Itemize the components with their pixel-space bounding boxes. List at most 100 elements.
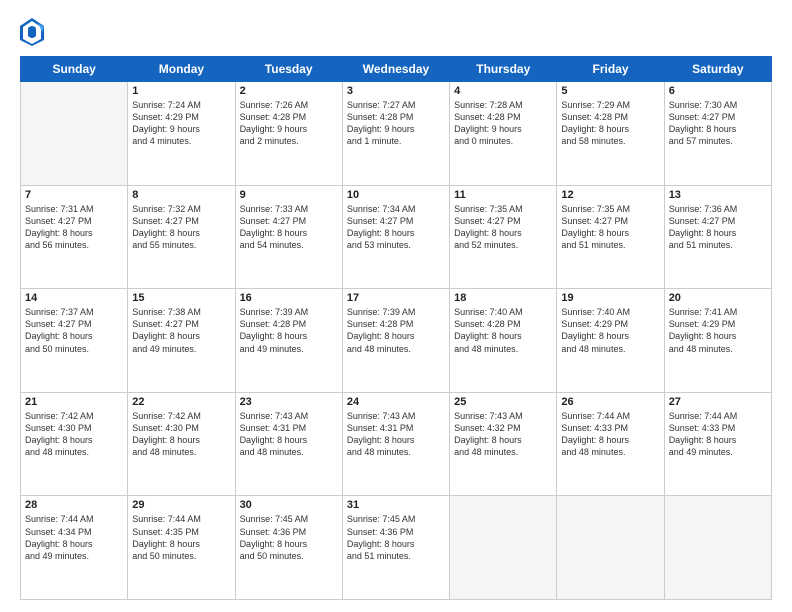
day-detail: Sunrise: 7:42 AMSunset: 4:30 PMDaylight:… bbox=[25, 410, 123, 459]
day-detail: Sunrise: 7:38 AMSunset: 4:27 PMDaylight:… bbox=[132, 306, 230, 355]
calendar-week-row: 7Sunrise: 7:31 AMSunset: 4:27 PMDaylight… bbox=[21, 185, 772, 289]
calendar-cell: 25Sunrise: 7:43 AMSunset: 4:32 PMDayligh… bbox=[450, 392, 557, 496]
day-detail: Sunrise: 7:45 AMSunset: 4:36 PMDaylight:… bbox=[240, 513, 338, 562]
calendar-week-row: 21 Sunrise: 7:42 AMSunset: 4:30 PMDayligh… bbox=[21, 392, 772, 496]
weekday-header: Monday bbox=[128, 57, 235, 82]
calendar-cell: 30 Sunrise: 7:45 AMSunset: 4:36 PMDayligh… bbox=[235, 496, 342, 600]
page: SundayMondayTuesdayWednesdayThursdayFrid… bbox=[0, 0, 792, 612]
header bbox=[20, 18, 772, 46]
day-number: 5 bbox=[561, 85, 659, 97]
calendar-cell: 18 Sunrise: 7:40 AMSunset: 4:28 PMDayligh… bbox=[450, 289, 557, 393]
day-number: 31 bbox=[347, 499, 445, 511]
day-detail: Sunrise: 7:26 AMSunset: 4:28 PMDaylight:… bbox=[240, 99, 338, 148]
calendar-cell: 14 Sunrise: 7:37 AMSunset: 4:27 PMDayligh… bbox=[21, 289, 128, 393]
calendar-cell: 21 Sunrise: 7:42 AMSunset: 4:30 PMDayligh… bbox=[21, 392, 128, 496]
day-number: 13 bbox=[669, 189, 767, 201]
day-detail: Sunrise: 7:40 AMSunset: 4:28 PMDaylight:… bbox=[454, 306, 552, 355]
calendar-cell bbox=[21, 82, 128, 186]
day-detail: Sunrise: 7:28 AMSunset: 4:28 PMDaylight:… bbox=[454, 99, 552, 148]
day-detail: Sunrise: 7:43 AMSunset: 4:32 PMDaylight:… bbox=[454, 410, 552, 459]
day-number: 11 bbox=[454, 189, 552, 201]
weekday-header: Wednesday bbox=[342, 57, 449, 82]
day-detail: Sunrise: 7:30 AMSunset: 4:27 PMDaylight:… bbox=[669, 99, 767, 148]
calendar-cell: 20Sunrise: 7:41 AMSunset: 4:29 PMDayligh… bbox=[664, 289, 771, 393]
day-detail: Sunrise: 7:44 AMSunset: 4:33 PMDaylight:… bbox=[669, 410, 767, 459]
day-number: 3 bbox=[347, 85, 445, 97]
day-detail: Sunrise: 7:43 AMSunset: 4:31 PMDaylight:… bbox=[347, 410, 445, 459]
day-number: 8 bbox=[132, 189, 230, 201]
calendar-cell bbox=[557, 496, 664, 600]
calendar-cell: 28 Sunrise: 7:44 AMSunset: 4:34 PMDayligh… bbox=[21, 496, 128, 600]
calendar-week-row: 28 Sunrise: 7:44 AMSunset: 4:34 PMDayligh… bbox=[21, 496, 772, 600]
day-detail: Sunrise: 7:37 AMSunset: 4:27 PMDaylight:… bbox=[25, 306, 123, 355]
day-detail: Sunrise: 7:43 AMSunset: 4:31 PMDaylight:… bbox=[240, 410, 338, 459]
weekday-header: Saturday bbox=[664, 57, 771, 82]
day-number: 2 bbox=[240, 85, 338, 97]
calendar-week-row: 1 Sunrise: 7:24 AMSunset: 4:29 PMDaylight… bbox=[21, 82, 772, 186]
day-number: 14 bbox=[25, 292, 123, 304]
calendar-cell: 12 Sunrise: 7:35 AMSunset: 4:27 PMDayligh… bbox=[557, 185, 664, 289]
day-number: 6 bbox=[669, 85, 767, 97]
day-number: 19 bbox=[561, 292, 659, 304]
day-number: 30 bbox=[240, 499, 338, 511]
calendar-cell: 13Sunrise: 7:36 AMSunset: 4:27 PMDayligh… bbox=[664, 185, 771, 289]
day-detail: Sunrise: 7:35 AMSunset: 4:27 PMDaylight:… bbox=[561, 203, 659, 252]
day-detail: Sunrise: 7:39 AMSunset: 4:28 PMDaylight:… bbox=[347, 306, 445, 355]
calendar-cell: 8 Sunrise: 7:32 AMSunset: 4:27 PMDaylight… bbox=[128, 185, 235, 289]
day-number: 21 bbox=[25, 396, 123, 408]
calendar-cell: 31 Sunrise: 7:45 AMSunset: 4:36 PMDayligh… bbox=[342, 496, 449, 600]
calendar-cell: 22 Sunrise: 7:42 AMSunset: 4:30 PMDayligh… bbox=[128, 392, 235, 496]
calendar-header: SundayMondayTuesdayWednesdayThursdayFrid… bbox=[21, 57, 772, 82]
calendar-week-row: 14 Sunrise: 7:37 AMSunset: 4:27 PMDayligh… bbox=[21, 289, 772, 393]
day-detail: Sunrise: 7:35 AMSunset: 4:27 PMDaylight:… bbox=[454, 203, 552, 252]
weekday-header: Sunday bbox=[21, 57, 128, 82]
day-detail: Sunrise: 7:33 AMSunset: 4:27 PMDaylight:… bbox=[240, 203, 338, 252]
calendar-cell: 15 Sunrise: 7:38 AMSunset: 4:27 PMDayligh… bbox=[128, 289, 235, 393]
calendar-cell: 26Sunrise: 7:44 AMSunset: 4:33 PMDayligh… bbox=[557, 392, 664, 496]
day-detail: Sunrise: 7:42 AMSunset: 4:30 PMDaylight:… bbox=[132, 410, 230, 459]
day-detail: Sunrise: 7:45 AMSunset: 4:36 PMDaylight:… bbox=[347, 513, 445, 562]
weekday-row: SundayMondayTuesdayWednesdayThursdayFrid… bbox=[21, 57, 772, 82]
logo-icon bbox=[20, 18, 44, 46]
calendar-cell: 5 Sunrise: 7:29 AMSunset: 4:28 PMDaylight… bbox=[557, 82, 664, 186]
day-number: 16 bbox=[240, 292, 338, 304]
day-detail: Sunrise: 7:27 AMSunset: 4:28 PMDaylight:… bbox=[347, 99, 445, 148]
calendar-cell: 3 Sunrise: 7:27 AMSunset: 4:28 PMDaylight… bbox=[342, 82, 449, 186]
day-detail: Sunrise: 7:44 AMSunset: 4:34 PMDaylight:… bbox=[25, 513, 123, 562]
weekday-header: Thursday bbox=[450, 57, 557, 82]
weekday-header: Friday bbox=[557, 57, 664, 82]
day-detail: Sunrise: 7:24 AMSunset: 4:29 PMDaylight:… bbox=[132, 99, 230, 148]
day-number: 20 bbox=[669, 292, 767, 304]
day-detail: Sunrise: 7:31 AMSunset: 4:27 PMDaylight:… bbox=[25, 203, 123, 252]
calendar-cell: 9 Sunrise: 7:33 AMSunset: 4:27 PMDaylight… bbox=[235, 185, 342, 289]
calendar-cell: 6 Sunrise: 7:30 AMSunset: 4:27 PMDaylight… bbox=[664, 82, 771, 186]
calendar-body: 1 Sunrise: 7:24 AMSunset: 4:29 PMDaylight… bbox=[21, 82, 772, 600]
day-number: 10 bbox=[347, 189, 445, 201]
day-number: 18 bbox=[454, 292, 552, 304]
day-detail: Sunrise: 7:44 AMSunset: 4:35 PMDaylight:… bbox=[132, 513, 230, 562]
calendar-cell bbox=[664, 496, 771, 600]
calendar-cell: 2 Sunrise: 7:26 AMSunset: 4:28 PMDaylight… bbox=[235, 82, 342, 186]
calendar-cell: 7Sunrise: 7:31 AMSunset: 4:27 PMDaylight… bbox=[21, 185, 128, 289]
weekday-header: Tuesday bbox=[235, 57, 342, 82]
day-number: 28 bbox=[25, 499, 123, 511]
day-detail: Sunrise: 7:32 AMSunset: 4:27 PMDaylight:… bbox=[132, 203, 230, 252]
day-number: 4 bbox=[454, 85, 552, 97]
calendar-table: SundayMondayTuesdayWednesdayThursdayFrid… bbox=[20, 56, 772, 600]
day-number: 24 bbox=[347, 396, 445, 408]
day-number: 22 bbox=[132, 396, 230, 408]
day-number: 15 bbox=[132, 292, 230, 304]
calendar-cell: 10 Sunrise: 7:34 AMSunset: 4:27 PMDayligh… bbox=[342, 185, 449, 289]
calendar-cell: 27Sunrise: 7:44 AMSunset: 4:33 PMDayligh… bbox=[664, 392, 771, 496]
day-number: 12 bbox=[561, 189, 659, 201]
calendar-cell: 17 Sunrise: 7:39 AMSunset: 4:28 PMDayligh… bbox=[342, 289, 449, 393]
day-number: 17 bbox=[347, 292, 445, 304]
day-number: 1 bbox=[132, 85, 230, 97]
day-detail: Sunrise: 7:29 AMSunset: 4:28 PMDaylight:… bbox=[561, 99, 659, 148]
calendar-cell bbox=[450, 496, 557, 600]
calendar-cell: 1 Sunrise: 7:24 AMSunset: 4:29 PMDaylight… bbox=[128, 82, 235, 186]
day-detail: Sunrise: 7:34 AMSunset: 4:27 PMDaylight:… bbox=[347, 203, 445, 252]
calendar-cell: 23Sunrise: 7:43 AMSunset: 4:31 PMDayligh… bbox=[235, 392, 342, 496]
day-number: 26 bbox=[561, 396, 659, 408]
day-number: 9 bbox=[240, 189, 338, 201]
